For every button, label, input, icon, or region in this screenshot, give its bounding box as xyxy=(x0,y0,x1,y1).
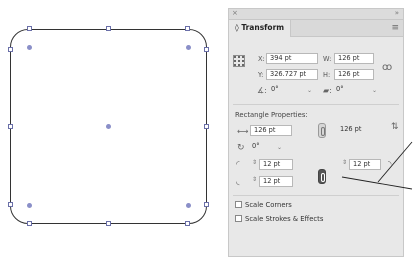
callout-lines xyxy=(341,141,413,190)
